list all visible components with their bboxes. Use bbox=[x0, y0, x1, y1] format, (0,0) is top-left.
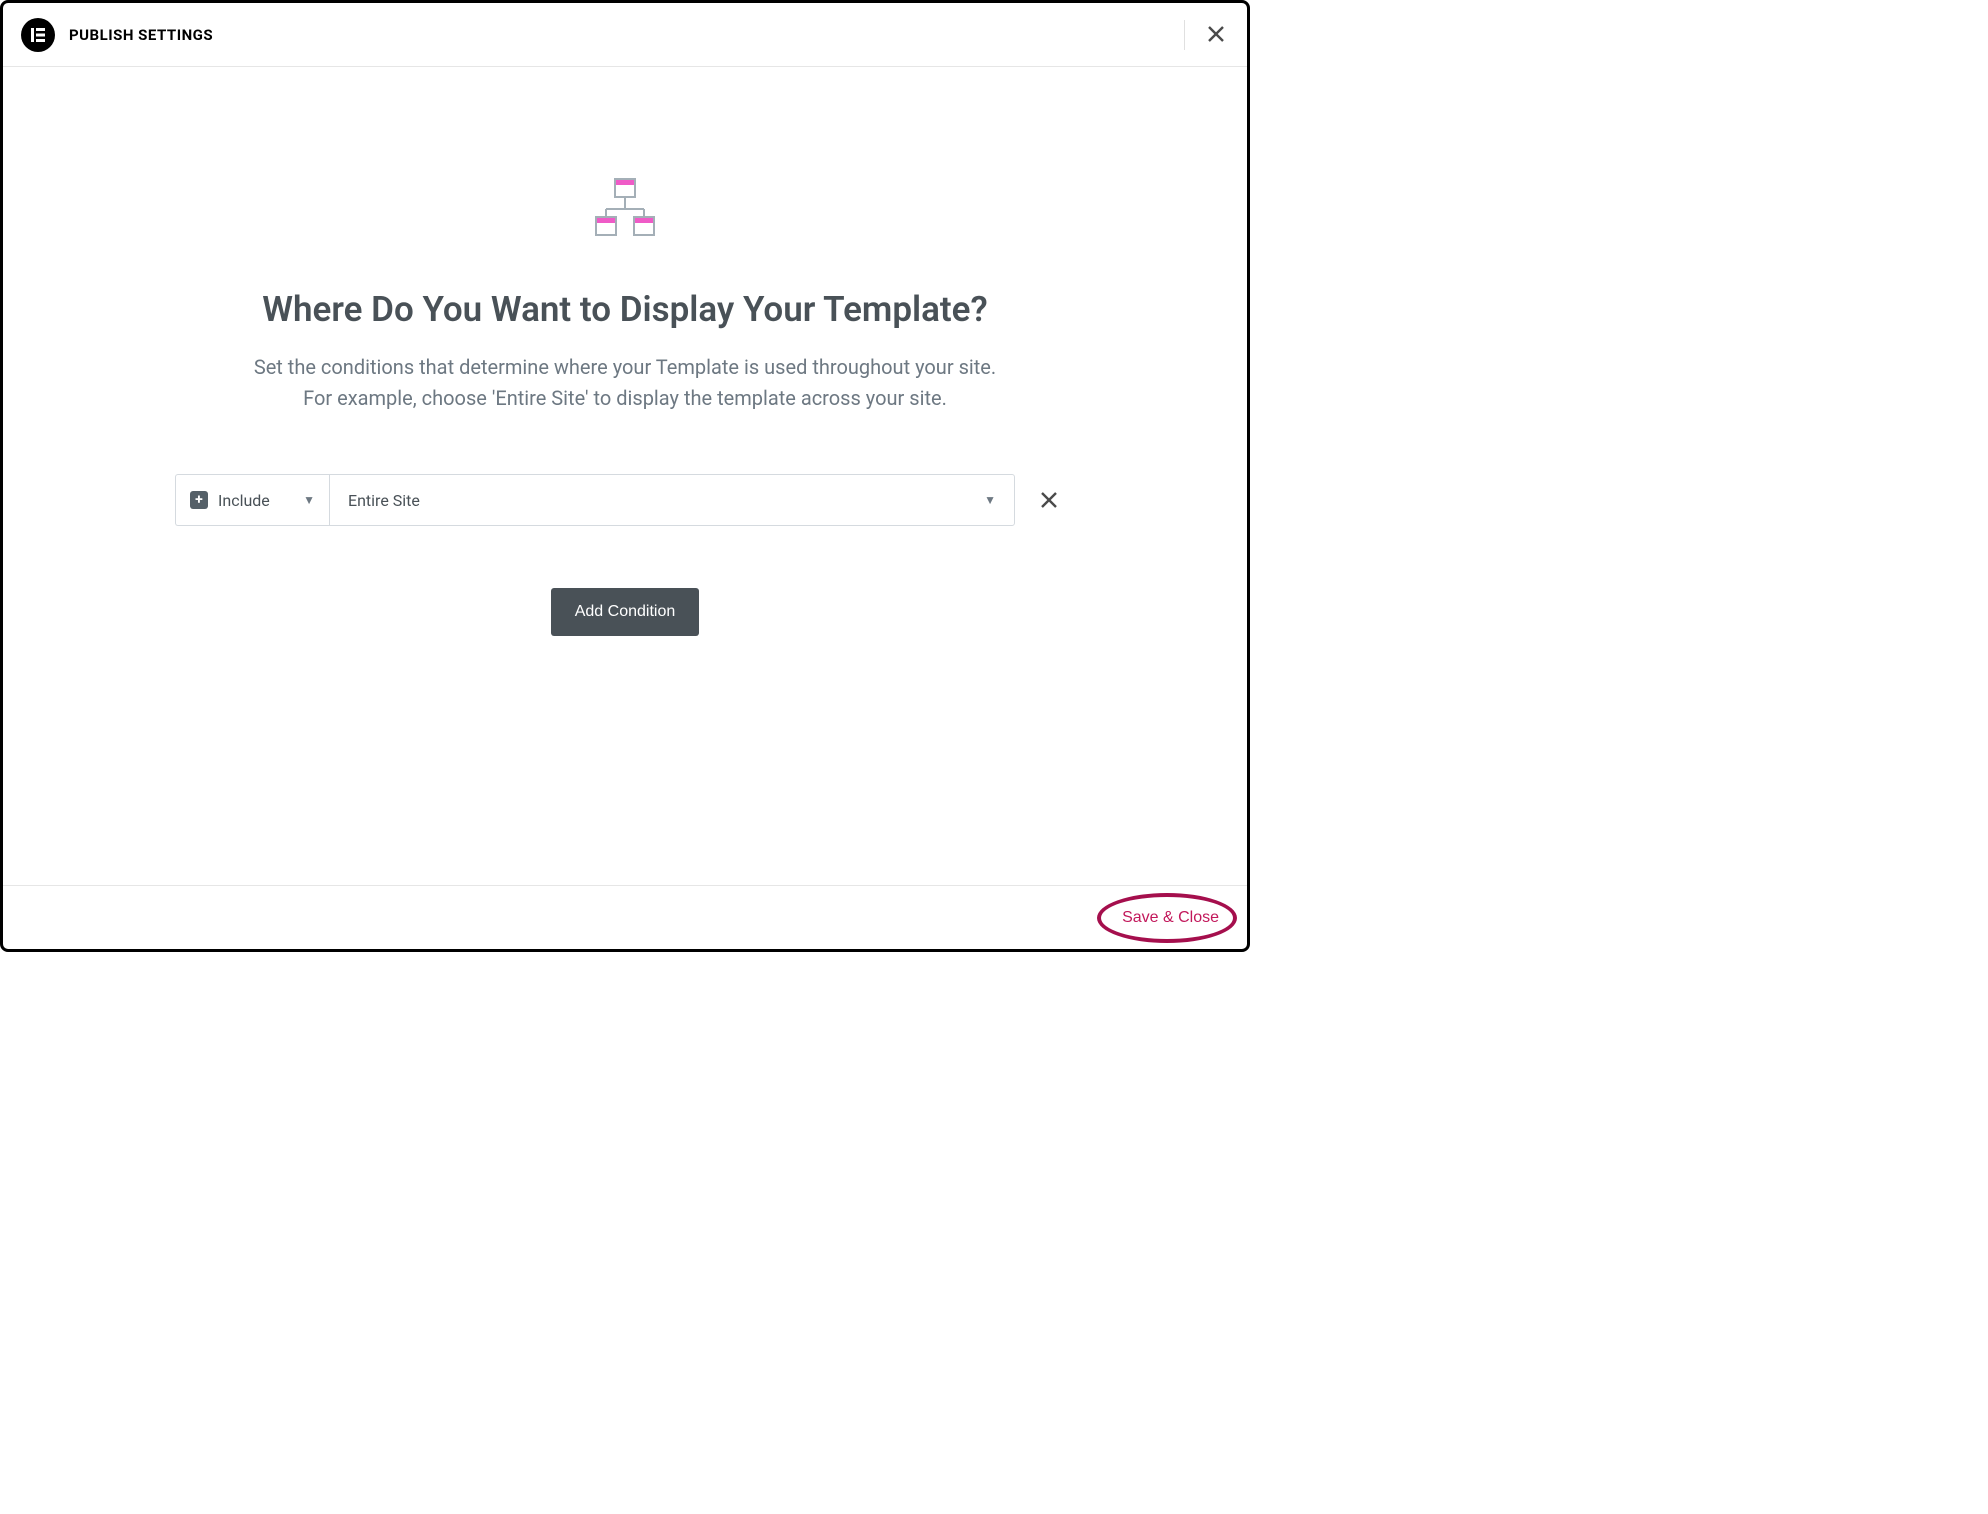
subheading-line1: Set the conditions that determine where … bbox=[254, 355, 996, 379]
vertical-divider bbox=[1184, 20, 1185, 50]
elementor-logo-icon bbox=[21, 18, 55, 52]
sitemap-hero-icon bbox=[53, 177, 1197, 241]
header-left: PUBLISH SETTINGS bbox=[21, 18, 213, 52]
include-label: Include bbox=[218, 491, 293, 510]
caret-down-icon: ▼ bbox=[303, 493, 315, 507]
condition-row: + Include ▼ Entire Site ▼ bbox=[175, 474, 1075, 526]
dialog-content: Where Do You Want to Display Your Templa… bbox=[3, 67, 1247, 636]
scope-value: Entire Site bbox=[348, 491, 420, 510]
dialog-footer: Save & Close bbox=[3, 885, 1247, 949]
save-and-close-button[interactable]: Save & Close bbox=[1122, 909, 1219, 927]
close-icon[interactable] bbox=[1203, 21, 1229, 49]
add-condition-button[interactable]: Add Condition bbox=[551, 588, 700, 636]
scope-select[interactable]: Entire Site ▼ bbox=[329, 474, 1015, 526]
dialog-title: PUBLISH SETTINGS bbox=[69, 26, 213, 44]
remove-condition-button[interactable] bbox=[1023, 474, 1075, 526]
include-exclude-select[interactable]: + Include ▼ bbox=[175, 474, 329, 526]
dialog-header: PUBLISH SETTINGS bbox=[3, 3, 1247, 67]
subheading-line2: For example, choose 'Entire Site' to dis… bbox=[303, 386, 947, 410]
subheading: Set the conditions that determine where … bbox=[165, 352, 1085, 414]
header-right bbox=[1184, 20, 1229, 50]
caret-down-icon: ▼ bbox=[984, 493, 996, 507]
main-heading: Where Do You Want to Display Your Templa… bbox=[53, 289, 1197, 330]
plus-icon: + bbox=[190, 491, 208, 509]
